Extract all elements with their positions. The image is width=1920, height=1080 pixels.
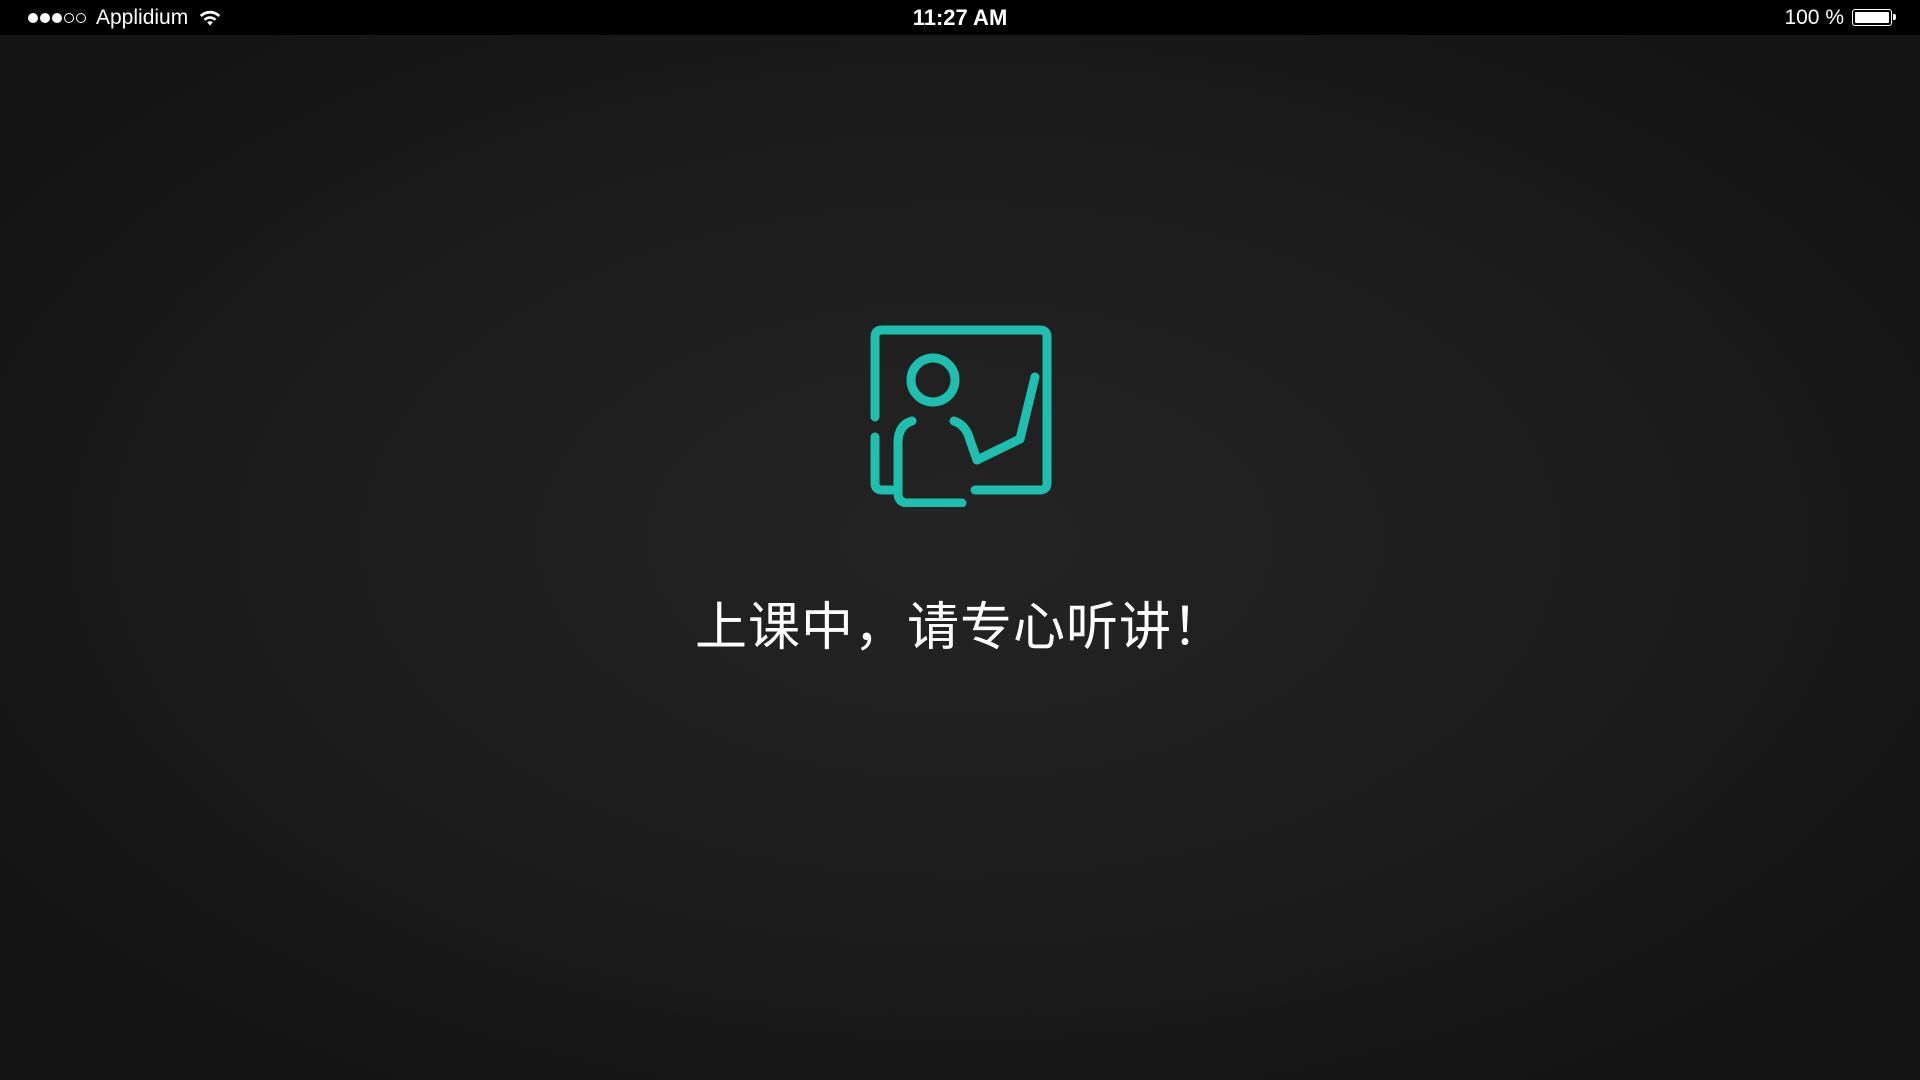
battery-tip [1893, 14, 1896, 20]
teacher-at-board-icon [870, 325, 1052, 507]
status-bar-right: 100 % [1784, 0, 1896, 35]
status-bar-time: 11:27 AM [912, 5, 1008, 30]
status-bar: Applidium 11:27 AM 100 % [0, 0, 1920, 35]
screen: Applidium 11:27 AM 100 % 上课中，请专心听讲！ [0, 0, 1920, 1080]
battery-level-fill [1855, 12, 1889, 23]
battery-percentage: 100 % [1784, 5, 1844, 29]
class-in-progress-message: 上课中，请专心听讲！ [694, 598, 1225, 658]
battery-icon [1852, 9, 1896, 26]
